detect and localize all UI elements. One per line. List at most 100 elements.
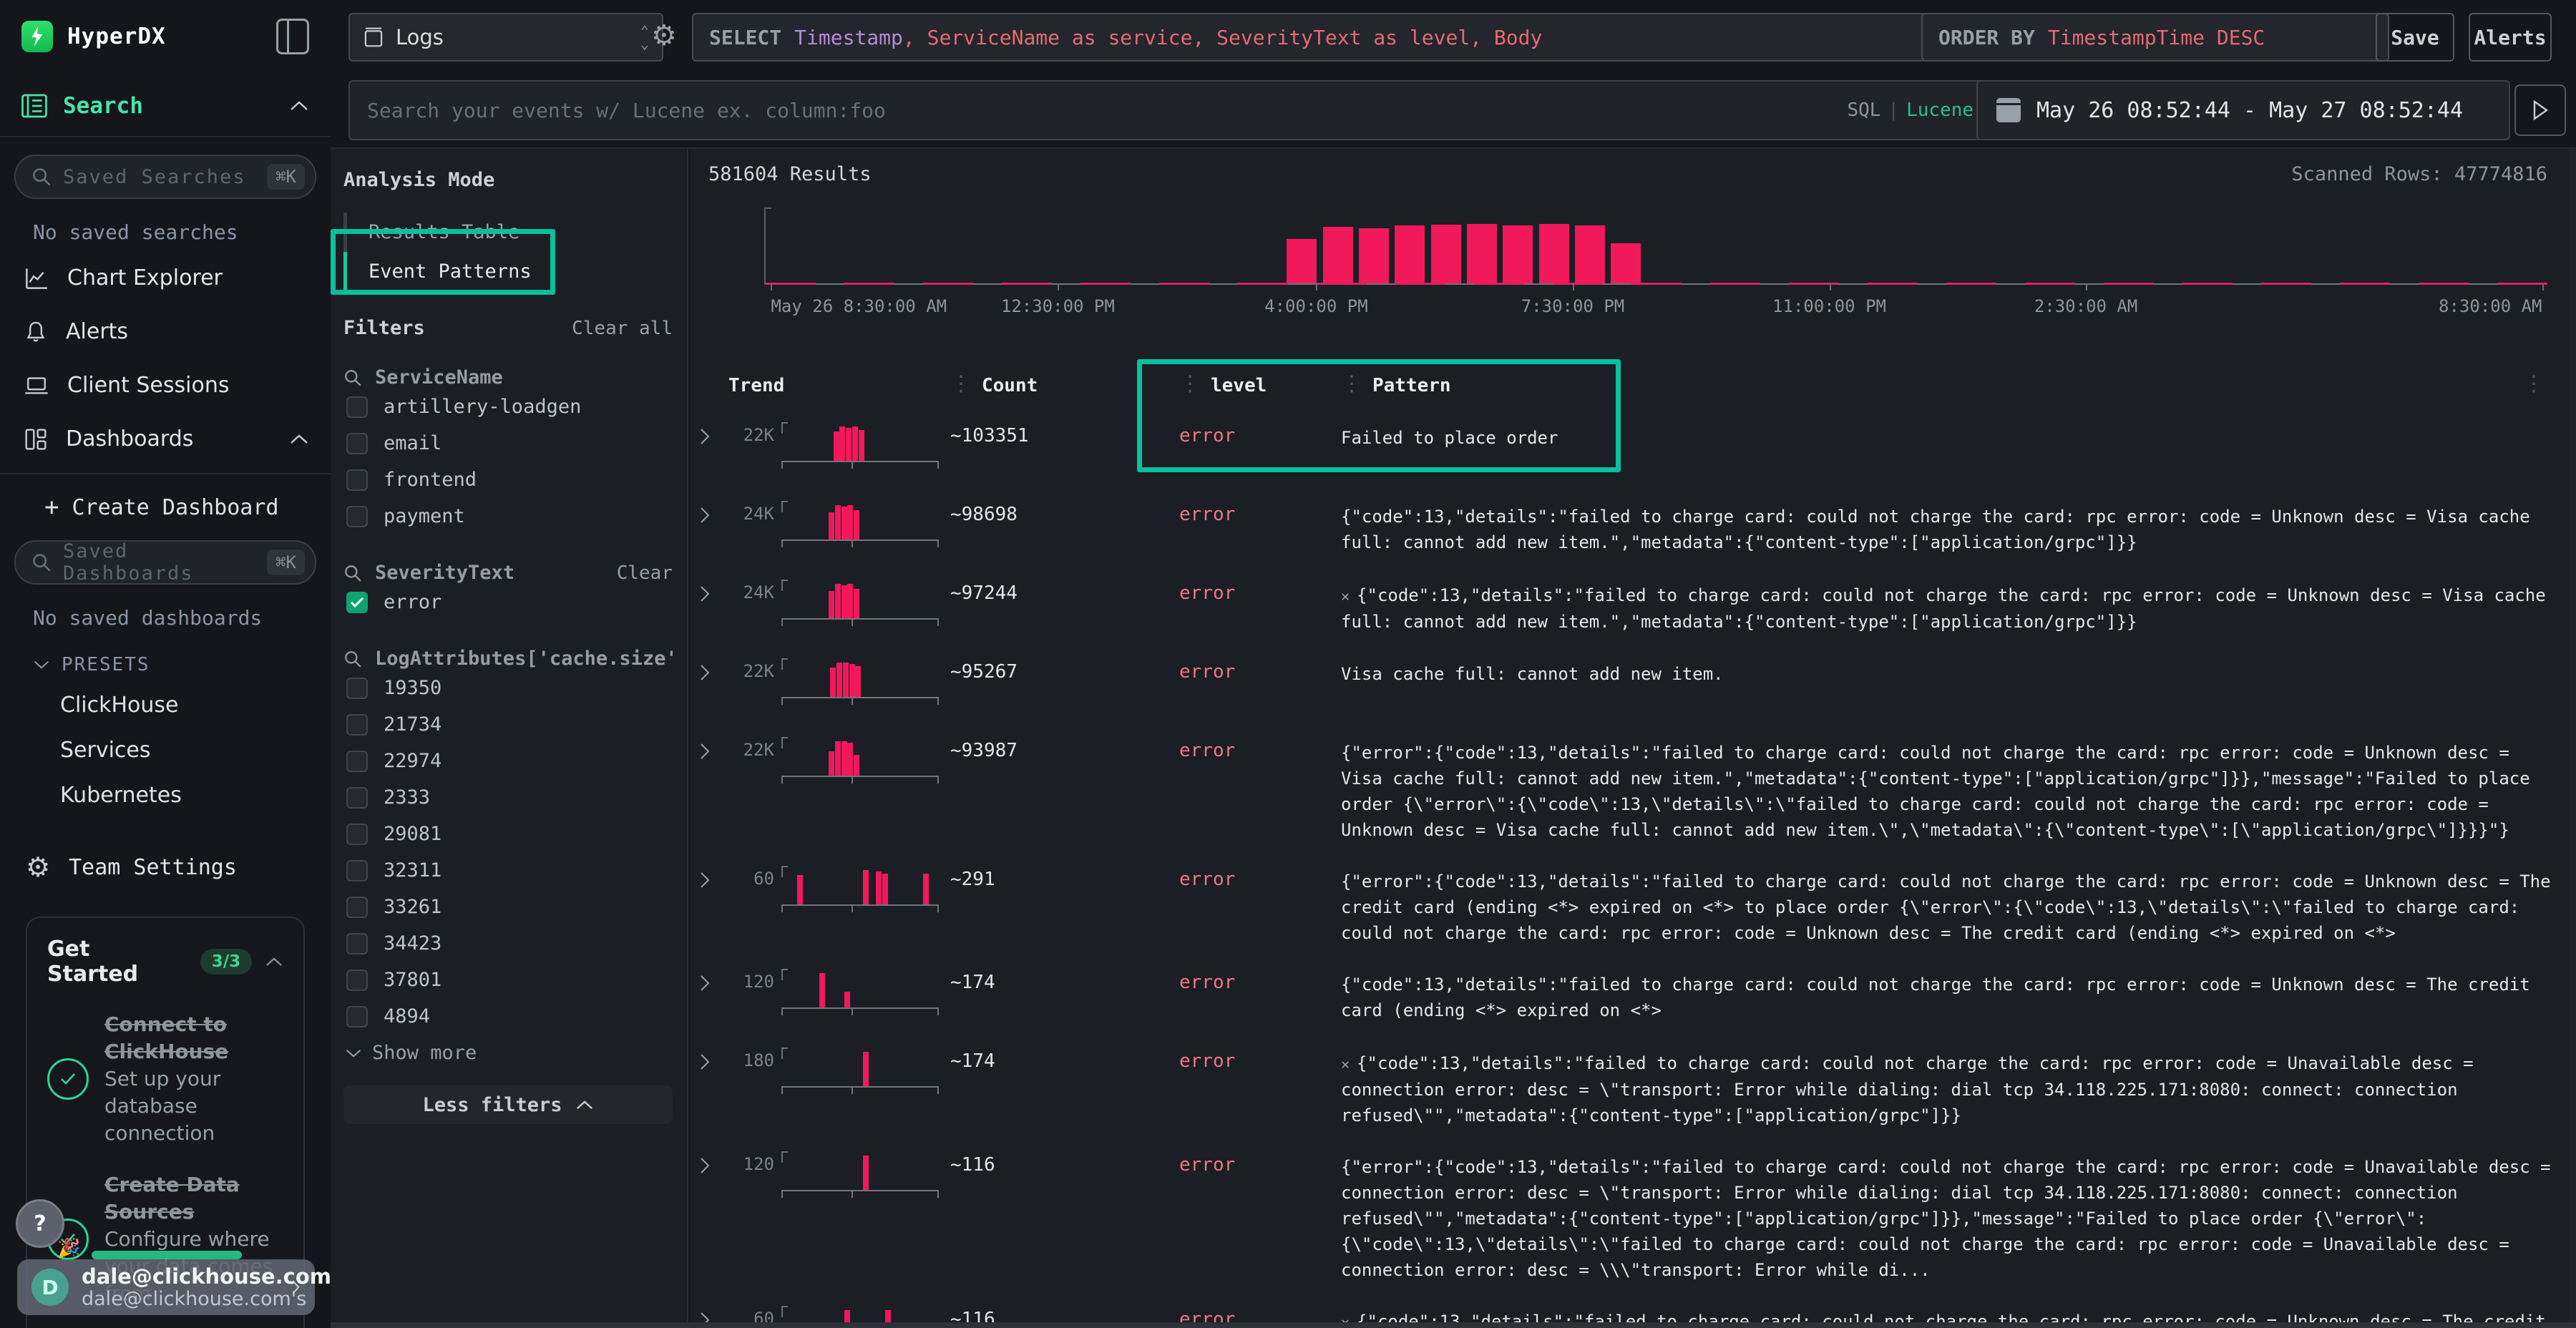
histogram-bar[interactable] xyxy=(1539,224,1569,283)
alerts-button[interactable]: Alerts xyxy=(2469,13,2552,62)
checkbox[interactable] xyxy=(346,970,368,991)
user-menu[interactable]: D dale@clickhouse.com dale@clickhouse.co… xyxy=(17,1259,315,1315)
col-header-level[interactable]: level xyxy=(1211,375,1267,396)
checkbox[interactable] xyxy=(346,396,368,418)
source-settings-gear-icon[interactable]: ⚙ xyxy=(651,21,677,50)
sidebar-item-alerts[interactable]: Alerts xyxy=(14,305,316,358)
get-started-item[interactable]: Connect to ClickHouse Set up your databa… xyxy=(47,1011,283,1147)
saved-dashboards-input[interactable]: Saved Dashboards ⌘K xyxy=(14,540,316,585)
pattern-row[interactable]: 24K ~97244 error ✕{"code":13,"details":"… xyxy=(690,567,2576,643)
clear-link[interactable]: Clear xyxy=(617,562,673,584)
lucene-search-input[interactable]: Search your events w/ Lucene ex. column:… xyxy=(348,80,1992,140)
expand-chevron-icon[interactable] xyxy=(700,574,728,602)
col-header-trend[interactable]: Trend xyxy=(728,375,784,396)
checkbox[interactable] xyxy=(346,897,368,918)
filter-option-33261[interactable]: 33261 xyxy=(343,889,673,925)
preset-clickhouse[interactable]: ClickHouse xyxy=(14,683,316,728)
pattern-row[interactable]: 120 ~174 error {"code":13,"details":"fai… xyxy=(690,956,2576,1032)
col-header-count[interactable]: Count xyxy=(982,375,1038,396)
chevron-up-icon[interactable] xyxy=(265,957,283,967)
drag-handle-icon[interactable]: ⋮ xyxy=(1341,375,1362,394)
checkbox-checked[interactable] xyxy=(346,592,368,613)
saved-searches-input[interactable]: Saved Searches ⌘K xyxy=(14,155,316,199)
filter-option-37801[interactable]: 37801 xyxy=(343,962,673,998)
expand-chevron-icon[interactable] xyxy=(700,1146,728,1174)
filter-option-29081[interactable]: 29081 xyxy=(343,816,673,852)
histogram-bar[interactable] xyxy=(1395,225,1425,283)
filter-option-artillery-loadgen[interactable]: artillery-loadgen xyxy=(343,389,673,425)
time-range-picker[interactable]: May 26 08:52:44 - May 27 08:52:44 xyxy=(1976,80,2510,140)
pattern-row[interactable]: 22K ~95267 error Visa cache full: cannot… xyxy=(690,645,2576,721)
sidebar-item-team-settings[interactable]: ⚙ Team Settings xyxy=(14,818,316,895)
clear-all-link[interactable]: Clear all xyxy=(572,318,673,339)
pattern-row[interactable]: 22K ~93987 error {"error":{"code":13,"de… xyxy=(690,724,2576,850)
checkbox[interactable] xyxy=(346,1006,368,1027)
drag-handle-icon[interactable]: ⋮ xyxy=(1179,375,1201,394)
sidebar-item-dashboards[interactable]: Dashboards xyxy=(14,412,316,466)
filter-option-frontend[interactable]: frontend xyxy=(343,462,673,498)
sidebar-item-client-sessions[interactable]: Client Sessions xyxy=(14,358,316,412)
filter-option-payment[interactable]: payment xyxy=(343,498,673,534)
checkbox[interactable] xyxy=(346,506,368,527)
filter-option-21734[interactable]: 21734 xyxy=(343,706,673,743)
preset-services[interactable]: Services xyxy=(14,728,316,773)
filter-option-error[interactable]: error xyxy=(343,584,673,620)
save-button[interactable]: Save xyxy=(2376,13,2454,62)
checkbox[interactable] xyxy=(346,787,368,809)
drag-handle-icon[interactable]: ⋮ xyxy=(950,375,972,394)
filter-option-34423[interactable]: 34423 xyxy=(343,925,673,962)
preset-kubernetes[interactable]: Kubernetes xyxy=(14,773,316,818)
expand-chevron-icon[interactable] xyxy=(700,1042,728,1070)
show-more-link[interactable]: Show more xyxy=(343,1035,673,1064)
checkbox[interactable] xyxy=(346,714,368,736)
sidebar-item-search[interactable]: Search xyxy=(0,73,331,136)
expand-chevron-icon[interactable] xyxy=(700,416,728,445)
source-select[interactable]: Logs ⌃⌄ xyxy=(348,13,663,62)
analysis-mode-results-table[interactable]: Results Table xyxy=(343,213,673,252)
checkbox[interactable] xyxy=(346,824,368,845)
pattern-row[interactable]: 120 ~116 error {"error":{"code":13,"deta… xyxy=(690,1138,2576,1290)
filter-option-32311[interactable]: 32311 xyxy=(343,852,673,889)
help-button[interactable]: ? xyxy=(16,1199,64,1248)
filter-option-19350[interactable]: 19350 xyxy=(343,670,673,706)
pattern-row[interactable]: 60 ~291 error {"error":{"code":13,"detai… xyxy=(690,853,2576,953)
expand-chevron-icon[interactable] xyxy=(700,495,728,524)
create-dashboard-button[interactable]: + Create Dashboard xyxy=(14,474,316,540)
checkbox[interactable] xyxy=(346,433,368,454)
expand-chevron-icon[interactable] xyxy=(700,860,728,889)
pattern-row[interactable]: 180 ~174 error ✕{"code":13,"details":"fa… xyxy=(690,1035,2576,1136)
analysis-mode-event-patterns[interactable]: Event Patterns xyxy=(343,252,673,291)
col-header-pattern[interactable]: Pattern xyxy=(1372,375,1451,396)
filter-option-22974[interactable]: 22974 xyxy=(343,743,673,779)
results-histogram[interactable]: 80K 0 May 26 8:30:00 AM12:30:00 PM4:00:0… xyxy=(690,199,2576,363)
sidebar-item-chart-explorer[interactable]: Chart Explorer xyxy=(14,251,316,305)
sidebar-collapse-icon[interactable] xyxy=(276,19,309,54)
drag-handle-icon[interactable]: ⋮ xyxy=(2523,375,2545,394)
histogram-bar[interactable] xyxy=(1431,225,1461,283)
checkbox[interactable] xyxy=(346,933,368,954)
run-query-button[interactable] xyxy=(2514,84,2566,136)
filter-option-2333[interactable]: 2333 xyxy=(343,779,673,816)
checkbox[interactable] xyxy=(346,678,368,699)
query-language-toggle[interactable]: SQL|Lucene xyxy=(1847,99,1974,121)
histogram-bar[interactable] xyxy=(1503,225,1533,283)
checkbox[interactable] xyxy=(346,860,368,882)
histogram-bar[interactable] xyxy=(1611,243,1641,283)
chevron-up-icon[interactable] xyxy=(289,434,309,445)
order-by-input[interactable]: ORDER BY TimestampTime DESC xyxy=(1921,13,2389,62)
pattern-row[interactable]: 24K ~98698 error {"code":13,"details":"f… xyxy=(690,488,2576,564)
checkbox[interactable] xyxy=(346,751,368,772)
histogram-bar[interactable] xyxy=(1287,239,1317,283)
chevron-up-icon[interactable] xyxy=(289,100,309,112)
expand-chevron-icon[interactable] xyxy=(700,963,728,992)
select-clause-input[interactable]: SELECT Timestamp, ServiceName as service… xyxy=(692,13,1934,62)
vertical-scrollbar-track[interactable] xyxy=(2569,149,2576,1322)
sql-toggle[interactable]: SQL xyxy=(1847,99,1880,121)
histogram-bar[interactable] xyxy=(1575,225,1605,283)
checkbox[interactable] xyxy=(346,469,368,491)
histogram-bar[interactable] xyxy=(1359,228,1389,284)
horizontal-scrollbar[interactable] xyxy=(331,1322,2576,1328)
less-filters-button[interactable]: Less filters xyxy=(343,1085,673,1124)
filter-option-4894[interactable]: 4894 xyxy=(343,998,673,1035)
filter-option-email[interactable]: email xyxy=(343,425,673,462)
